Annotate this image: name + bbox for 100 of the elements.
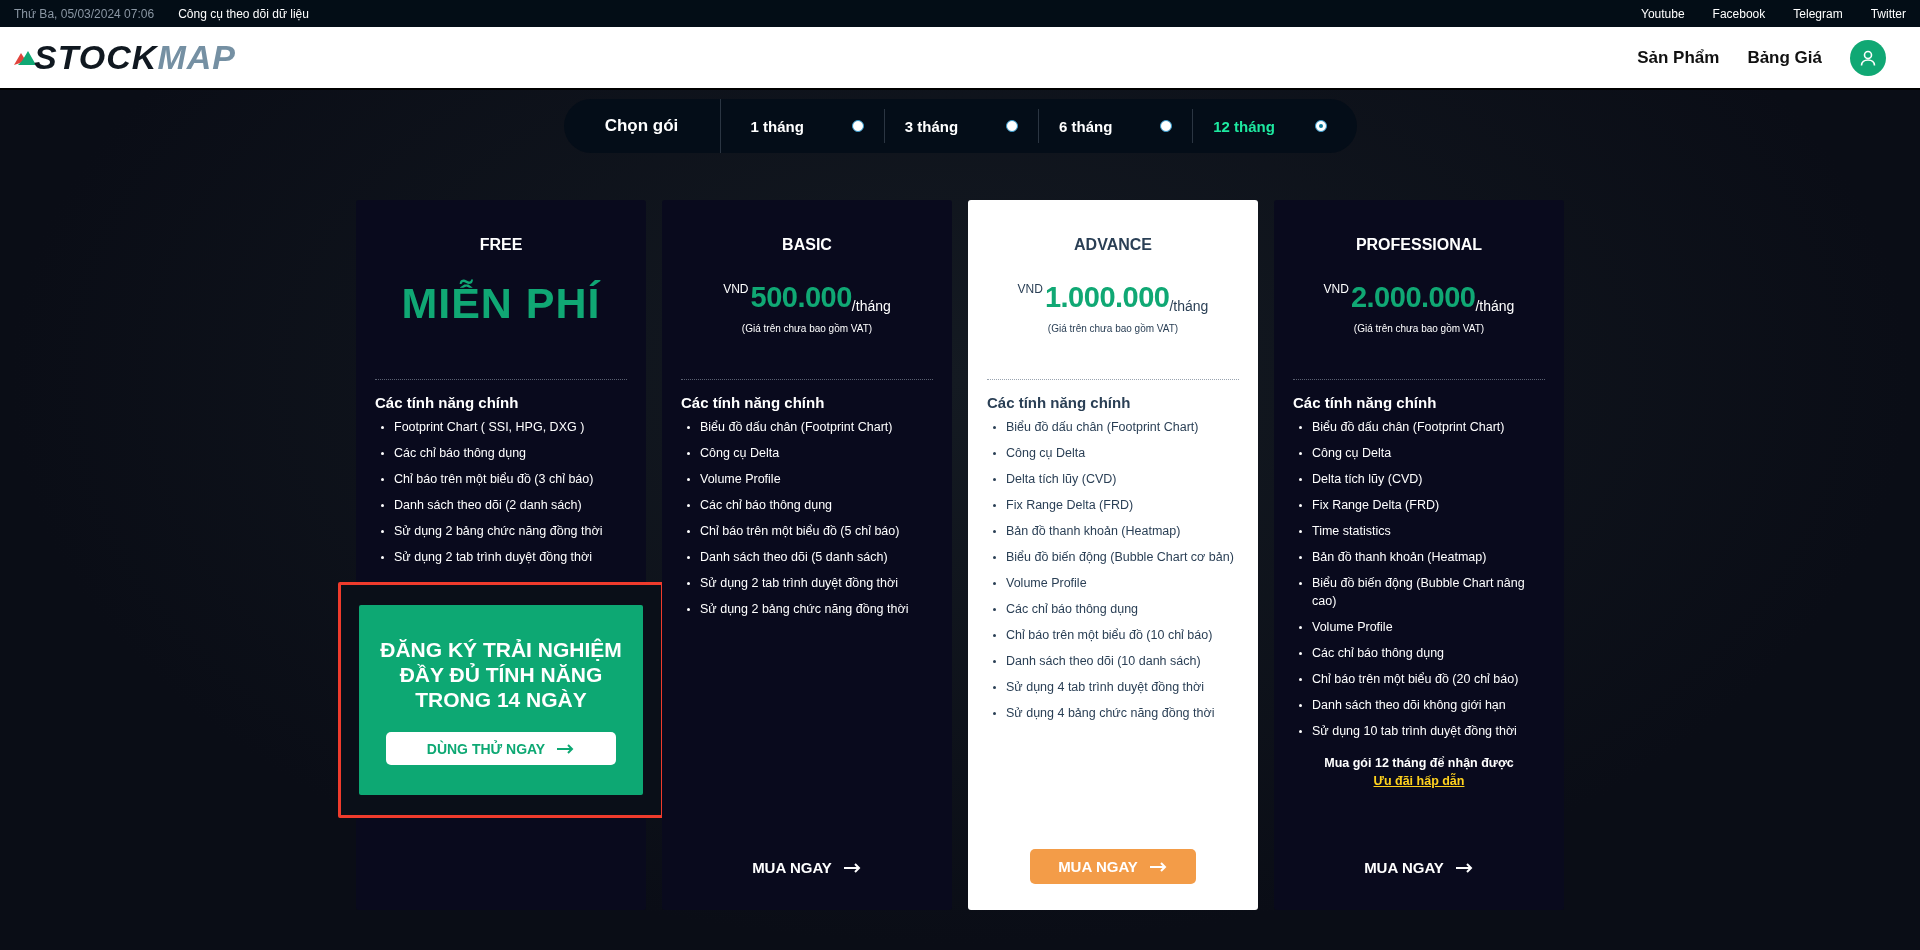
period-option[interactable]: 1 tháng: [730, 109, 874, 143]
price-note: (Giá trên chưa bao gồm VAT): [1047, 323, 1179, 334]
price-unit: /tháng: [1169, 298, 1209, 314]
feature-item: Biểu đồ dấu chân (Footprint Chart): [700, 419, 893, 436]
bullet-icon: [993, 634, 996, 637]
arrow-icon: [843, 862, 862, 873]
bullet-icon: [1299, 452, 1302, 455]
price-unit: /tháng: [851, 298, 891, 314]
bullet-icon: [993, 582, 996, 585]
currency: VND: [1017, 282, 1043, 296]
feature-item: Biểu đồ biến động (Bubble Chart cơ bản): [1006, 549, 1234, 566]
bullet-icon: [1299, 652, 1302, 655]
bullet-icon: [687, 582, 690, 585]
social-link[interactable]: Telegram: [1793, 6, 1843, 21]
bullet-icon: [381, 452, 384, 455]
bullet-icon: [1299, 426, 1302, 429]
bullet-icon: [1299, 704, 1302, 707]
features-heading: Các tính năng chính: [1293, 394, 1438, 411]
arrow-icon: [1149, 861, 1168, 872]
bullet-icon: [993, 712, 996, 715]
logo-text: MAP: [157, 38, 236, 77]
feature-item: Sử dụng 2 bảng chức năng đồng thời: [394, 523, 603, 540]
feature-item: Sử dụng 2 tab trình duyệt đồng thời: [700, 575, 898, 592]
feature-item: Các chỉ báo thông dụng: [394, 445, 527, 462]
bullet-icon: [687, 478, 690, 481]
feature-item: Bản đồ thanh khoản (Heatmap): [1006, 523, 1181, 540]
feature-item: Sử dụng 2 tab trình duyệt đồng thời: [394, 549, 592, 566]
bullet-icon: [993, 686, 996, 689]
features-heading: Các tính năng chính: [987, 394, 1132, 411]
offer-link[interactable]: Ưu đãi hấp dẫn: [1373, 774, 1465, 788]
plan-name: PROFESSIONAL: [1354, 236, 1484, 254]
feature-item: Chỉ báo trên một biểu đồ (3 chỉ báo): [394, 471, 594, 488]
feature-item: Danh sách theo dõi (10 danh sách): [1006, 653, 1201, 670]
feature-item: Biểu đồ dấu chân (Footprint Chart): [1312, 419, 1505, 436]
bullet-icon: [687, 504, 690, 507]
buy-button[interactable]: MUA NGAY: [1338, 851, 1500, 884]
period-option[interactable]: 3 tháng: [883, 109, 1028, 143]
social-link[interactable]: Facebook: [1712, 6, 1766, 21]
arrow-icon: [1455, 862, 1474, 873]
bullet-icon: [381, 426, 384, 429]
feature-item: Footprint Chart ( SSI, HPG, DXG ): [394, 419, 585, 436]
bullet-icon: [1299, 530, 1302, 533]
feature-item: Danh sách theo dõi (5 danh sách): [700, 549, 888, 566]
nav-link[interactable]: Bảng Giá: [1747, 47, 1822, 68]
currency: VND: [1323, 282, 1349, 296]
feature-item: Biểu đồ dấu chân (Footprint Chart): [1006, 419, 1199, 436]
plan-price: 1.000.000: [1044, 282, 1170, 312]
feature-item: Delta tích lũy (CVD): [1312, 471, 1423, 488]
bullet-icon: [687, 608, 690, 611]
feature-item: Chỉ báo trên một biểu đồ (10 chỉ báo): [1006, 627, 1213, 644]
radio-icon: [1160, 120, 1173, 132]
promo-title: ĐĂNG KÝ TRẢI NGHIỆM ĐẦY ĐỦ TÍNH NĂNG TRONG 14 NGÀY: [379, 637, 623, 712]
feature-item: Delta tích lũy (CVD): [1006, 471, 1117, 488]
price-note: (Giá trên chưa bao gồm VAT): [741, 323, 873, 334]
bullet-icon: [993, 478, 996, 481]
plan-price: MIỄN PHÍ: [401, 279, 601, 328]
user-avatar-button[interactable]: [1850, 39, 1886, 76]
bullet-icon: [381, 478, 384, 481]
bullet-icon: [993, 608, 996, 611]
currency: VND: [723, 282, 749, 296]
bullet-icon: [1299, 730, 1302, 733]
tagline: Công cụ theo dõi dữ liệu: [178, 6, 309, 21]
feature-item: Chỉ báo trên một biểu đồ (5 chỉ báo): [700, 523, 900, 540]
bullet-icon: [1299, 478, 1302, 481]
period-option[interactable]: 6 tháng: [1038, 109, 1183, 143]
nav-link[interactable]: Sản Phẩm: [1637, 47, 1720, 68]
bullet-icon: [993, 452, 996, 455]
social-link[interactable]: Twitter: [1870, 6, 1906, 21]
feature-item: Công cụ Delta: [700, 445, 780, 462]
bullet-icon: [687, 556, 690, 559]
social-link[interactable]: Youtube: [1641, 6, 1685, 21]
price-unit: /tháng: [1475, 298, 1515, 314]
bullet-icon: [381, 530, 384, 533]
bullet-icon: [1299, 582, 1302, 585]
feature-item: Sử dụng 2 bảng chức năng đồng thời: [700, 601, 909, 618]
feature-item: Các chỉ báo thông dụng: [700, 497, 833, 514]
arrow-icon: [557, 743, 576, 754]
plan-name: ADVANCE: [1073, 236, 1153, 254]
features-heading: Các tính năng chính: [681, 394, 826, 411]
radio-icon: [1006, 120, 1018, 132]
feature-item: Sử dụng 10 tab trình duyệt đồng thời: [1312, 723, 1517, 740]
logo-icon: [14, 50, 36, 65]
feature-item: Công cụ Delta: [1312, 445, 1392, 462]
date-time: Thứ Ba, 05/03/2024 07:06: [14, 6, 155, 21]
bullet-icon: [381, 504, 384, 507]
feature-item: Time statistics: [1312, 523, 1391, 540]
feature-item: Bản đồ thanh khoản (Heatmap): [1312, 549, 1487, 566]
buy-button[interactable]: MUA NGAY: [726, 851, 888, 884]
feature-item: Biểu đồ biến động (Bubble Chart nâng cao): [1312, 575, 1526, 610]
bullet-icon: [1299, 556, 1302, 559]
bullet-icon: [687, 452, 690, 455]
plan-price: 500.000: [750, 282, 852, 312]
feature-item: Các chỉ báo thông dụng: [1312, 645, 1445, 662]
feature-item: Sử dụng 4 bảng chức năng đồng thời: [1006, 705, 1215, 722]
radio-icon: [851, 120, 864, 132]
period-option[interactable]: 12 tháng: [1192, 109, 1337, 143]
bullet-icon: [1299, 626, 1302, 629]
feature-item: Chỉ báo trên một biểu đồ (20 chỉ báo): [1312, 671, 1519, 688]
bullet-icon: [687, 530, 690, 533]
feature-item: Các chỉ báo thông dụng: [1006, 601, 1139, 618]
